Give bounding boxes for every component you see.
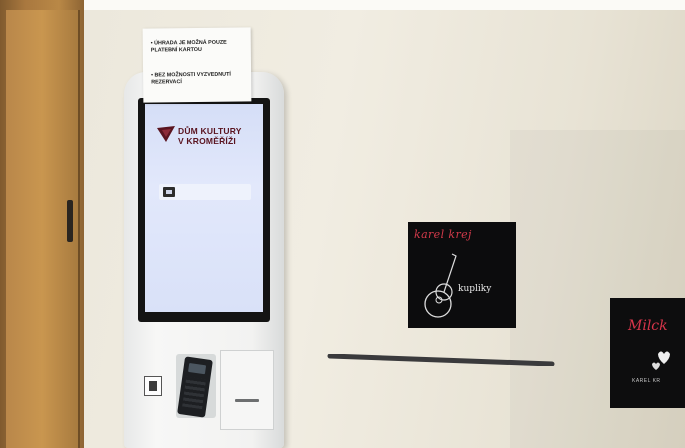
logo-icon <box>157 126 175 142</box>
ceiling-edge <box>0 0 685 10</box>
payment-terminal[interactable] <box>177 356 213 418</box>
logo-line-2: V KROMĚŘÍŽI <box>178 136 236 146</box>
poster-1-subtitle: kupliky <box>458 284 492 294</box>
poster-1-title: karel krej <box>414 228 472 241</box>
paper-notice: • ÚHRADA JE MOŽNÁ POUZE PLATEBNÍ KARTOU … <box>142 27 252 103</box>
poster-2-title: Milck <box>628 318 668 334</box>
start-button[interactable] <box>159 184 251 200</box>
poster-2-subtitle: KAREL KR <box>632 378 661 384</box>
door-hinge <box>67 200 73 242</box>
ticket-printer <box>220 350 274 430</box>
qr-scanner[interactable] <box>144 376 162 396</box>
kiosk-screen[interactable]: DŮM KULTURY V KROMĚŘÍŽI <box>145 104 263 312</box>
screen-bezel: DŮM KULTURY V KROMĚŘÍŽI <box>138 98 270 322</box>
door-frame <box>0 0 84 448</box>
notice-line-1: • ÚHRADA JE MOŽNÁ POUZE PLATEBNÍ KARTOU <box>150 39 227 54</box>
kiosk-photo: DŮM KULTURY V KROMĚŘÍŽI • ÚHRADA JE MOŽN… <box>0 0 685 448</box>
concert-poster-1: karel krej kupliky <box>408 222 516 328</box>
concert-poster-2: Milck KAREL KR <box>610 298 685 408</box>
logo-line-1: DŮM KULTURY <box>178 126 242 136</box>
stair-handrail <box>327 354 555 366</box>
logo-text: DŮM KULTURY V KROMĚŘÍŽI <box>178 126 242 146</box>
ticket-slot[interactable] <box>235 399 259 402</box>
terminal-display <box>188 362 207 375</box>
ticket-icon <box>163 187 175 197</box>
notice-line-2: • BEZ MOŽNOSTI VYZVEDNUTÍ REZERVACÍ <box>151 71 231 86</box>
ticket-kiosk: DŮM KULTURY V KROMĚŘÍŽI <box>124 72 284 448</box>
terminal-keypad[interactable] <box>182 376 207 410</box>
card-reader-mount <box>176 354 216 418</box>
hearts-icon <box>652 351 670 370</box>
